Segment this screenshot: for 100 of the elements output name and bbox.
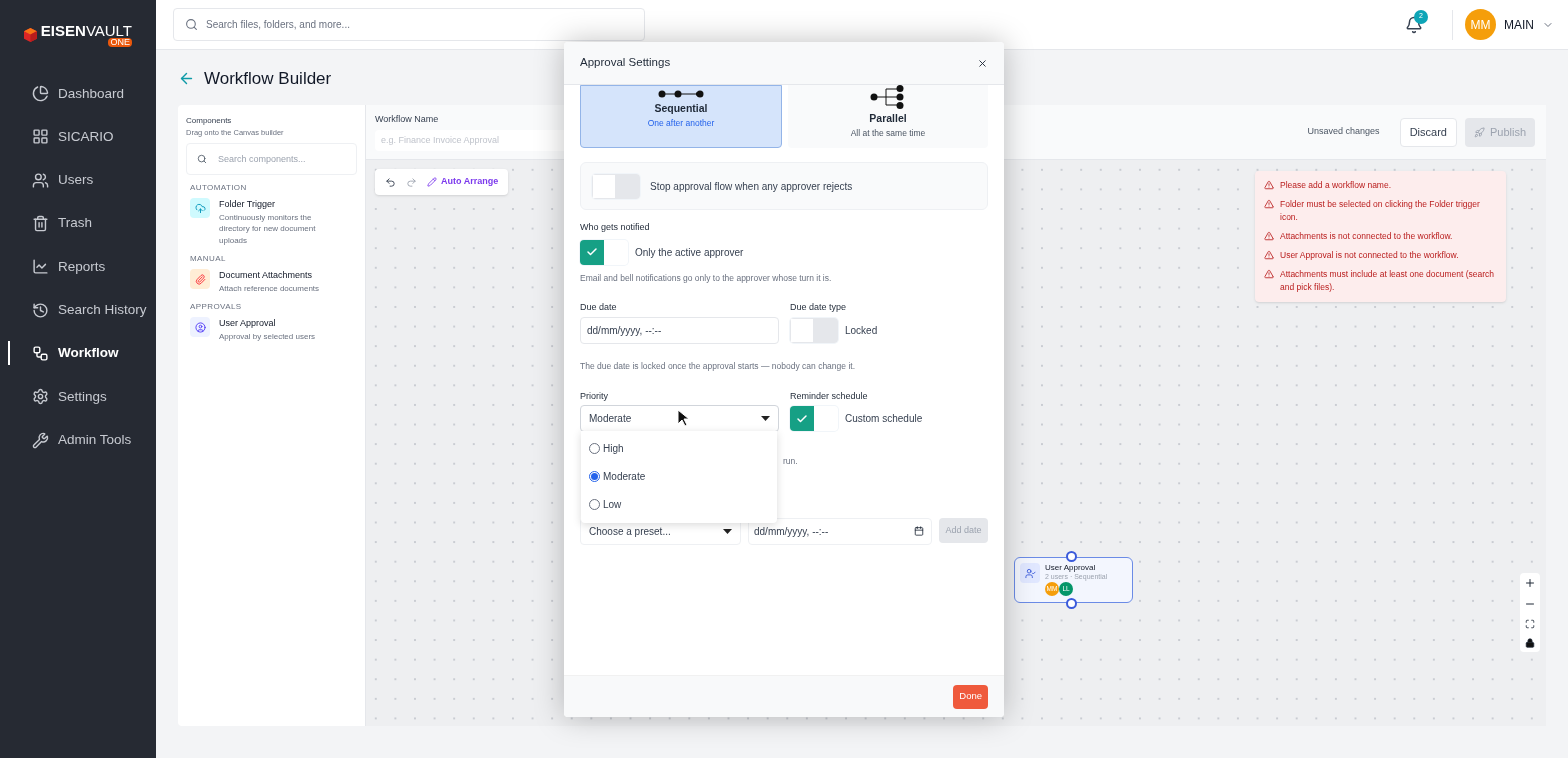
user-avatar: MM — [1465, 9, 1496, 40]
users-icon — [32, 171, 49, 189]
field-label: Priority — [580, 389, 609, 403]
caret-icon — [761, 416, 770, 421]
error-message: User Approval is not connected to the workflow. — [1280, 249, 1459, 262]
toggle-label: Custom schedule — [845, 412, 923, 426]
mouse-pointer-icon — [677, 408, 689, 427]
checkbox[interactable] — [580, 239, 604, 265]
component-item[interactable]: Folder Trigger Continuously monitors the directory for new document uploads — [186, 198, 357, 247]
component-description: Attach reference documents — [219, 282, 321, 295]
toggle-track — [616, 173, 640, 199]
rocket-icon — [1473, 126, 1485, 138]
user-check-icon — [1024, 567, 1036, 579]
radio-button[interactable] — [589, 471, 600, 482]
caret-icon — [723, 529, 732, 534]
node-title: User Approval — [1045, 563, 1097, 572]
toggle-label: Stop approval flow when any approver rejects — [650, 179, 853, 194]
mode-description: All at the same time — [850, 126, 926, 140]
error-message: Attachments is not connected to the workflow. — [1280, 230, 1453, 243]
error-message: Please add a workflow name. — [1280, 179, 1392, 192]
checkbox[interactable] — [790, 406, 814, 431]
component-search-field[interactable]: Search components... — [186, 143, 357, 176]
checkbox[interactable] — [790, 317, 814, 343]
mode-description: One after another — [647, 116, 715, 130]
approval-mode-card[interactable]: Parallel All at the same time — [788, 85, 988, 148]
trash-icon — [32, 215, 49, 233]
field-label: Due date — [580, 301, 618, 315]
search-field[interactable]: Search files, folders, and more... — [173, 8, 645, 41]
component-item[interactable]: User Approval Approval by selected users — [186, 317, 357, 343]
component-item[interactable]: Document Attachments Attach reference documents — [186, 269, 357, 295]
mode-title: Sequential — [654, 101, 708, 116]
settings-icon — [32, 388, 49, 406]
warning-icon — [1264, 250, 1274, 260]
check-icon — [586, 246, 598, 258]
toggle-track — [814, 317, 838, 343]
bell-icon — [1405, 15, 1423, 34]
back-arrow-icon[interactable] — [178, 70, 195, 87]
warning-icon — [1264, 180, 1274, 190]
discard-button[interactable]: Discard — [1399, 117, 1457, 147]
sidebar-item[interactable]: Users — [32, 170, 94, 191]
zoom-in-icon[interactable] — [1524, 577, 1536, 589]
sidebar-item[interactable]: Settings — [32, 386, 107, 407]
field-label: Workflow Name — [375, 113, 439, 127]
grid-icon — [32, 128, 49, 146]
sidebar-item[interactable]: Dashboard — [32, 83, 125, 104]
connection-handle[interactable] — [1066, 551, 1077, 562]
reminder-date-field[interactable]: dd/mm/yyyy, --:-- — [748, 518, 932, 545]
section-label: Who gets notified — [580, 221, 651, 234]
component-description: Continuously monitors the directory for new document uploads — [219, 211, 317, 247]
fit-view-icon[interactable] — [1525, 619, 1535, 629]
search-icon — [197, 154, 207, 165]
brand-tag: ONE — [108, 38, 132, 47]
undo-icon[interactable] — [385, 176, 396, 188]
history-icon — [32, 301, 49, 319]
parallel-icon — [870, 85, 906, 109]
error-message: Attachments must include at least one document (search and pick files). — [1280, 268, 1496, 294]
hint-text: The due date is locked once the approval starts — nobody can change it. — [580, 359, 856, 373]
sidebar-item[interactable]: Reports — [32, 256, 106, 277]
toggle-label: Locked — [845, 323, 878, 338]
error-message: Folder must be selected on clicking the Folder trigger icon. — [1280, 198, 1481, 224]
field-label: Due date type — [790, 301, 848, 315]
pie-chart-icon — [32, 85, 49, 103]
tools-icon — [32, 431, 49, 449]
due-date-field[interactable]: dd/mm/yyyy, --:-- — [580, 316, 779, 344]
field-label: Reminder schedule — [790, 389, 869, 403]
group-heading: AUTOMATION — [189, 182, 248, 195]
sidebar-item[interactable]: Admin Tools — [32, 429, 132, 451]
save-status: Unsaved changes — [1307, 125, 1380, 139]
brand-name: EISENVAULT — [40, 23, 132, 38]
checkbox[interactable] — [592, 173, 616, 199]
close-icon[interactable] — [977, 57, 988, 69]
pencil-icon — [427, 177, 437, 187]
hint-text: Email and bell notifications go only to the approver whose turn it is. — [580, 271, 833, 285]
toggle-label: Only the active approver — [635, 245, 744, 260]
component-title: Folder Trigger — [219, 198, 277, 212]
priority-option[interactable]: High — [581, 434, 777, 463]
auto-arrange-button[interactable]: Auto Arrange — [427, 175, 499, 189]
panel-title: Components — [186, 115, 233, 127]
user-menu[interactable]: MM MAIN — [1465, 9, 1554, 40]
sidebar-item[interactable]: SICARIO — [32, 126, 114, 148]
check-icon — [796, 412, 808, 425]
warning-icon — [1264, 199, 1274, 209]
warning-icon — [1264, 269, 1274, 279]
search-icon — [185, 18, 198, 31]
connection-handle[interactable] — [1066, 598, 1077, 609]
sidebar-item[interactable]: Workflow — [32, 343, 119, 364]
mode-title: Parallel — [869, 111, 907, 126]
warning-icon — [1264, 231, 1274, 241]
approval-mode-card[interactable]: Sequential One after another — [580, 85, 782, 148]
line-chart-icon — [32, 258, 49, 276]
priority-option[interactable]: Moderate — [581, 462, 777, 491]
component-title: Document Attachments — [219, 269, 314, 283]
workflow-icon — [32, 344, 49, 362]
lock-icon[interactable] — [1525, 638, 1535, 648]
redo-icon[interactable] — [406, 176, 417, 188]
group-heading: MANUAL — [189, 253, 227, 266]
priority-option[interactable]: Low — [581, 490, 777, 519]
dialog-title: Approval Settings — [580, 55, 671, 71]
sidebar-item[interactable]: Search History — [32, 300, 147, 321]
sidebar-item[interactable]: Trash — [32, 213, 92, 234]
